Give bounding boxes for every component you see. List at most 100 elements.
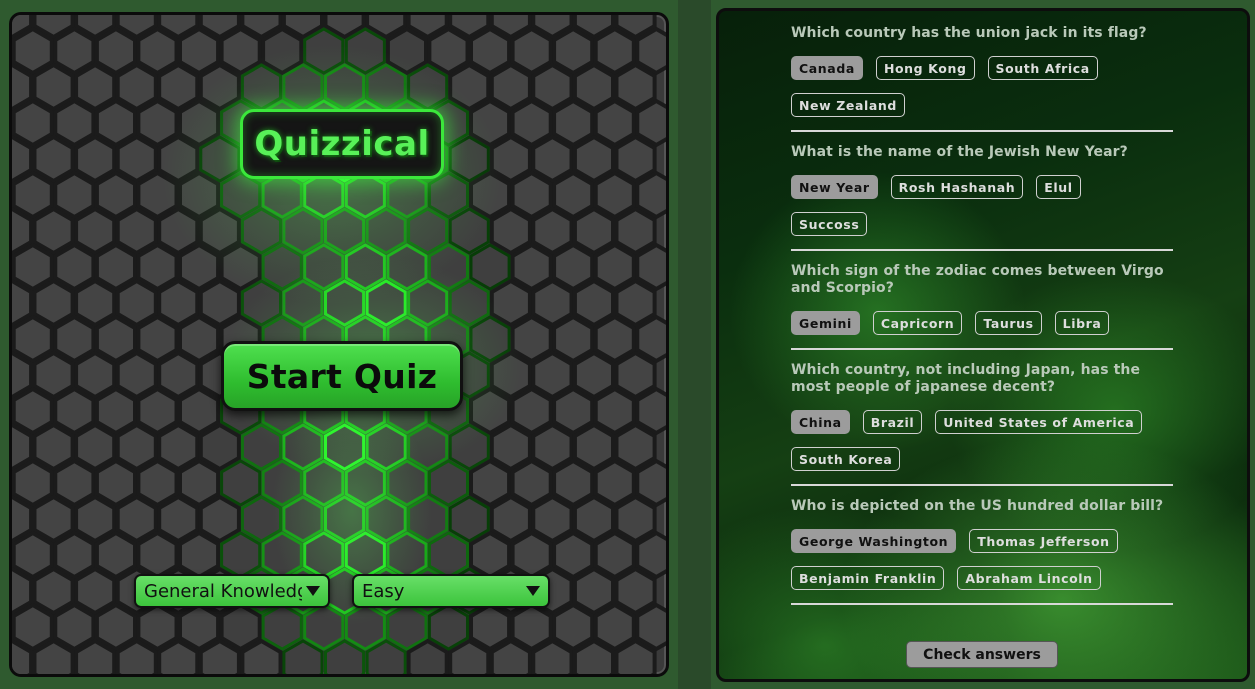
hexagon-tile [240,279,282,327]
hexagon-tile [344,459,386,507]
hexagon-tile [32,494,75,544]
hexagon-tile [407,423,449,471]
hexagon-tile [593,386,636,436]
answer-button[interactable]: Rosh Hashanah [890,175,1024,199]
hexagon-tile [469,243,511,291]
answer-button[interactable]: South Korea [791,447,901,471]
answer-button[interactable]: Libra [1054,311,1110,335]
hexagon-tile [407,207,449,255]
hexagon-tile [12,170,54,220]
hexagon-tile [303,27,345,75]
hexagon-tile [407,495,449,543]
hexagon-tile [157,62,200,112]
hexagon-tile [324,423,366,471]
hexagon-tile [53,98,96,148]
hexagon-tile [614,62,657,112]
hexagon-tile [198,206,241,256]
difficulty-select[interactable]: Easy [352,574,550,608]
category-select[interactable]: General Knowledge [134,574,330,608]
hexagon-tile [74,350,117,400]
answer-button[interactable]: Thomas Jefferson [969,529,1118,553]
hexagon-tile [552,314,595,364]
hexagon-tile [157,278,200,328]
hexagon-tile [489,134,532,184]
hexagon-tile [157,134,200,184]
hexagon-tile [593,98,636,148]
hexagon-tile [407,63,449,111]
hexagon-tile [115,278,158,328]
hexagon-tile [115,494,158,544]
hexagon-tile [510,26,553,76]
hexagon-tile [489,62,532,112]
hexagon-tile [261,531,303,579]
hexagon-tile [489,350,532,400]
hexagon-tile [303,459,345,507]
answer-button[interactable]: United States of America [935,410,1143,434]
answer-button[interactable]: New Year [791,175,878,199]
hexagon-tile [12,26,54,76]
question-divider [791,484,1173,486]
hexagon-tile [510,458,553,508]
answer-button[interactable]: Gemini [791,311,860,335]
hexagon-tile [552,458,595,508]
question-block: What is the name of the Jewish New Year?… [791,144,1175,251]
answer-button[interactable]: China [791,410,850,434]
hexagon-tile [614,566,657,616]
quiz-screen-panel: Which country has the union jack in its … [711,0,1255,689]
hexagon-tile [469,602,512,652]
answer-button[interactable]: Benjamin Franklin [791,566,945,590]
hexagon-tile [531,350,574,400]
hexagon-tile [178,458,221,508]
hexagon-tile [324,63,366,111]
answer-button[interactable]: Succoss [791,212,868,236]
quiz-screen-frame: Which country has the union jack in its … [716,8,1250,682]
check-answers-label: Check answers [923,646,1041,663]
hexagon-tile [531,62,574,112]
answer-button[interactable]: Capricorn [872,311,963,335]
hexagon-tile [593,602,636,652]
hexagon-tile [32,62,75,112]
hexagon-tile [365,279,407,327]
hexagon-tile [489,206,532,256]
hexagon-tile [386,531,428,579]
hexagon-tile [157,422,200,472]
question-divider [791,348,1173,350]
answer-button[interactable]: New Zealand [791,93,905,117]
start-quiz-button[interactable]: Start Quiz [221,341,463,411]
hexagon-tile [344,603,386,651]
hexagon-tile [32,134,75,184]
chevron-down-icon [306,586,320,596]
check-answers-button[interactable]: Check answers [906,641,1058,668]
hexagon-tile [12,314,54,364]
hexagon-tile [489,494,532,544]
hexagon-tile [115,350,158,400]
hexagon-tile [136,314,179,364]
answer-button[interactable]: Elul [1036,175,1081,199]
hexagon-tile [136,602,179,652]
hexagon-tile [365,207,407,255]
answer-button[interactable]: South Africa [987,56,1098,80]
hexagon-tile [74,62,117,112]
hexagon-tile [178,314,221,364]
hexagon-tile [303,603,345,651]
hexagon-tile [614,350,657,400]
question-block: Who is depicted on the US hundred dollar… [791,498,1175,605]
answer-button[interactable]: Canada [791,56,863,80]
hexagon-tile [115,134,158,184]
answer-button[interactable]: Hong Kong [875,56,975,80]
hexagon-tile [386,603,428,651]
hexagon-tile [448,135,490,183]
hexagon-tile [510,530,553,580]
hexagon-tile [427,171,469,219]
quiz-title-box: Quizzical [240,109,444,179]
start-screen-frame: Quizzical Start Quiz General Knowledge E… [9,12,669,677]
answer-button[interactable]: Abraham Lincoln [957,566,1101,590]
hexagon-tile [593,242,636,292]
answer-button[interactable]: George Washington [791,529,957,553]
hexagon-tile [469,26,512,76]
answer-button[interactable]: Brazil [862,410,923,434]
hexagon-tile [261,243,303,291]
hexagon-tile [178,26,221,76]
answer-button[interactable]: Taurus [975,311,1042,335]
hexagon-tile [407,279,449,327]
